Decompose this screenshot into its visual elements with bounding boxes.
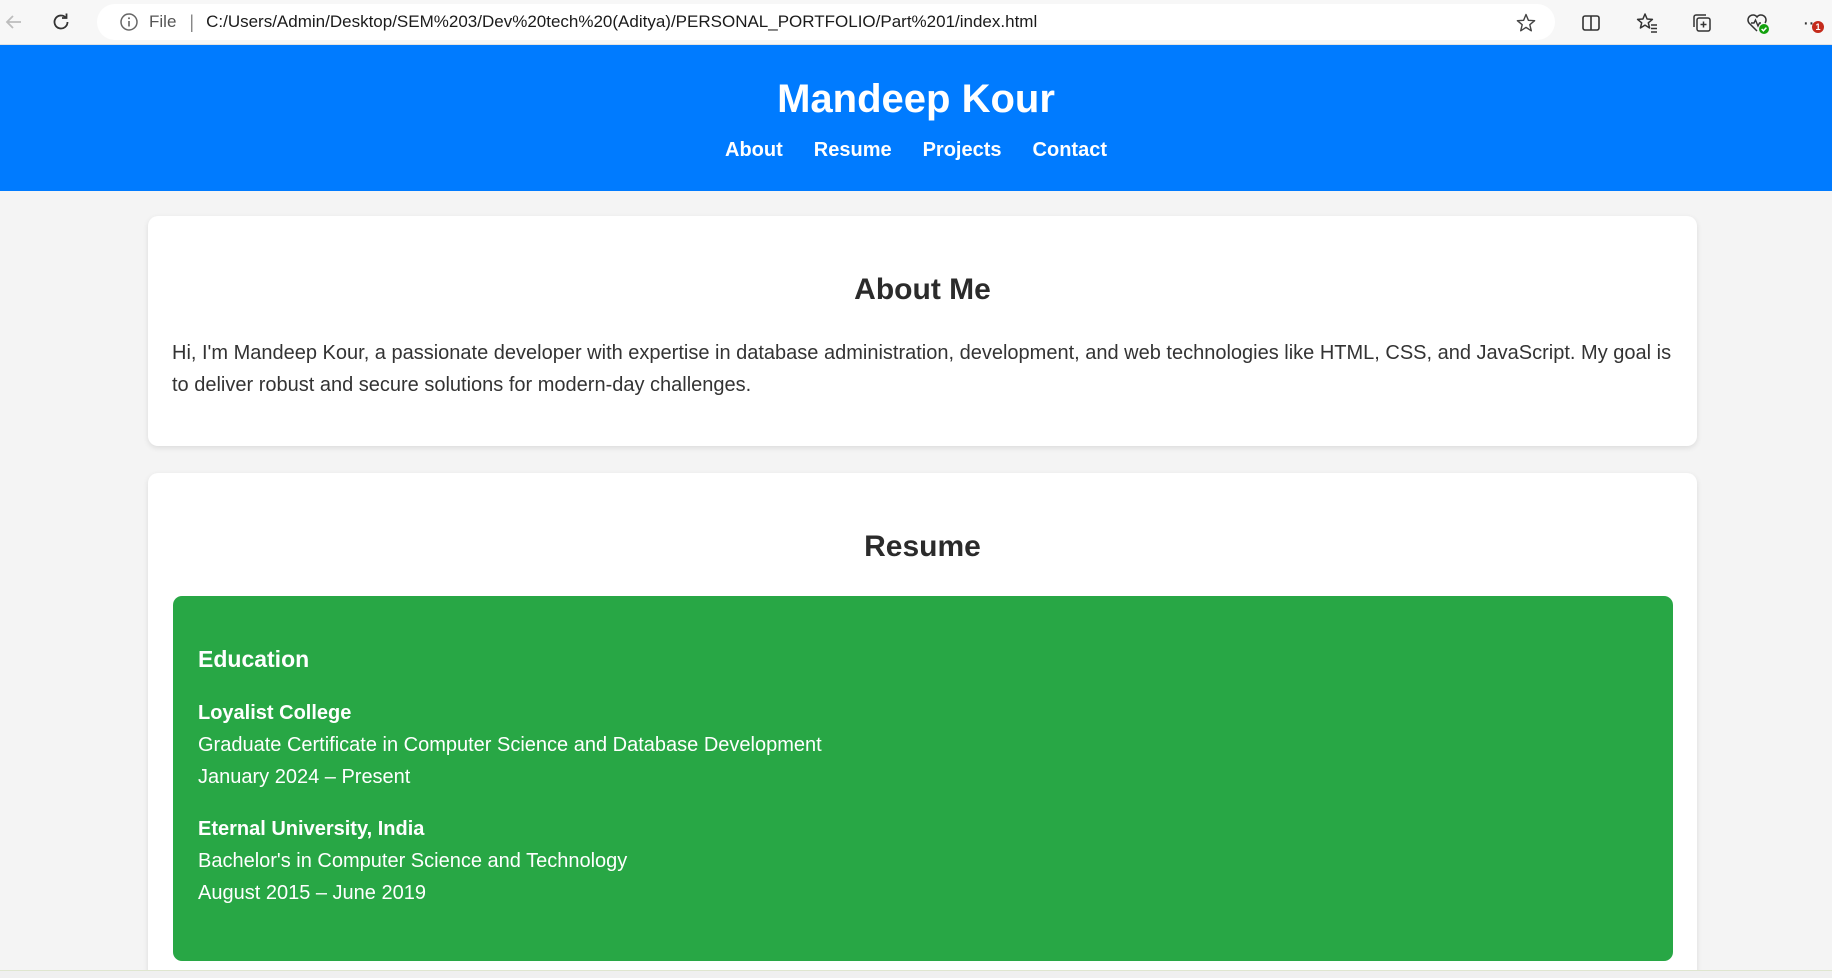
site-header: Mandeep Kour About Resume Projects Conta… [0, 45, 1832, 191]
favorites-icon[interactable] [1634, 10, 1660, 36]
about-section: About Me Hi, I'm Mandeep Kour, a passion… [148, 216, 1697, 446]
about-text: Hi, I'm Mandeep Kour, a passionate devel… [172, 342, 1672, 396]
education-school: Loyalist College [198, 702, 352, 724]
address-separator: | [189, 11, 195, 32]
notification-badge: 1 [1812, 21, 1824, 33]
resume-section: Resume Education Loyalist College Gradua… [148, 473, 1697, 978]
browser-toolbar: File | C:/Users/Admin/Desktop/SEM%203/De… [0, 0, 1832, 45]
education-dates: August 2015 – June 2019 [198, 882, 426, 904]
education-item: Loyalist College Graduate Certificate in… [198, 697, 1648, 793]
nav-contact[interactable]: Contact [1033, 139, 1107, 162]
education-item: Eternal University, India Bachelor's in … [198, 813, 1648, 909]
url-text[interactable]: C:/Users/Admin/Desktop/SEM%203/Dev%20tec… [206, 12, 1037, 32]
split-screen-icon[interactable] [1578, 10, 1604, 36]
page-bottom-edge [0, 970, 1832, 978]
education-program: Bachelor's in Computer Science and Techn… [198, 850, 628, 872]
site-title: Mandeep Kour [777, 77, 1055, 121]
education-title: Education [198, 646, 310, 672]
favorite-star-icon[interactable] [1515, 12, 1537, 34]
collections-icon[interactable] [1689, 10, 1715, 36]
education-dates: January 2024 – Present [198, 766, 411, 788]
more-menu-icon[interactable]: ··· 1 [1798, 10, 1824, 36]
education-program: Graduate Certificate in Computer Science… [198, 734, 822, 756]
nav-about[interactable]: About [725, 139, 783, 162]
address-bar[interactable]: File | C:/Users/Admin/Desktop/SEM%203/De… [97, 4, 1555, 40]
education-box: Education Loyalist College Graduate Cert… [173, 596, 1673, 961]
file-label: File [149, 12, 177, 31]
back-icon[interactable] [0, 8, 28, 36]
education-school: Eternal University, India [198, 818, 425, 840]
about-heading: About Me [854, 273, 991, 306]
info-icon[interactable] [119, 12, 139, 32]
nav-projects[interactable]: Projects [923, 139, 1002, 162]
resume-heading: Resume [864, 530, 981, 563]
browser-essentials-icon[interactable] [1745, 10, 1771, 36]
refresh-icon[interactable] [47, 8, 75, 36]
main-nav: About Resume Projects Contact [0, 139, 1832, 162]
nav-resume[interactable]: Resume [814, 139, 892, 162]
